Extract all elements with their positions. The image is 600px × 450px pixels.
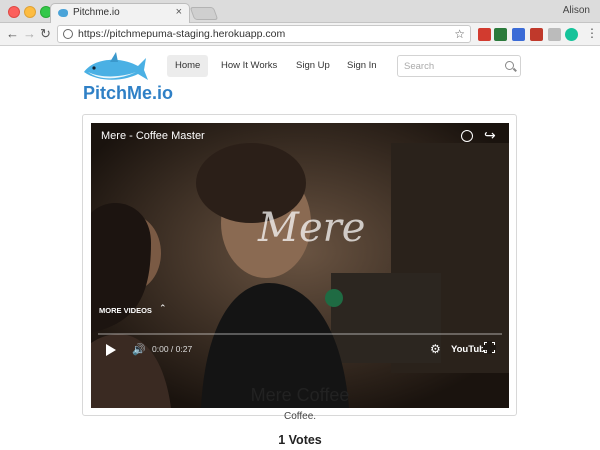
gear-icon[interactable]: ⚙	[430, 342, 441, 356]
video-time: 0:00 / 0:27	[152, 344, 193, 354]
search-input[interactable]	[404, 59, 499, 73]
grammarly-icon[interactable]	[565, 28, 578, 41]
share-icon[interactable]: ↪	[484, 127, 496, 144]
profile-user-name[interactable]: Alison	[563, 5, 590, 16]
vote-count: 1 Votes	[278, 433, 322, 447]
address-bar[interactable]: https://pitchmepuma-staging.herokuapp.co…	[57, 25, 471, 43]
mere-watermark: Mere	[258, 205, 366, 251]
video-title[interactable]: Mere - Coffee Master	[101, 130, 205, 142]
browser-titlebar: Pitchme.io × Alison	[0, 0, 600, 24]
project-description: Coffee.	[283, 411, 317, 422]
shark-favicon-icon	[58, 9, 68, 17]
onetab-icon[interactable]	[478, 28, 491, 41]
more-videos-button[interactable]: MORE VIDEOS	[99, 306, 152, 315]
close-window-button[interactable]	[8, 6, 20, 18]
chevron-up-icon[interactable]: ⌃	[159, 303, 167, 314]
nav-home[interactable]: Home	[167, 55, 209, 77]
screencast-icon[interactable]	[512, 28, 525, 41]
watch-later-icon[interactable]	[461, 130, 473, 142]
back-icon[interactable]: ←	[6, 26, 19, 42]
puzzle-icon[interactable]	[548, 28, 561, 41]
volume-icon[interactable]: 🔊	[132, 343, 146, 356]
bookmark-star-icon[interactable]: ☆	[454, 27, 465, 41]
video-frame-image	[91, 123, 509, 408]
brand-logo-text[interactable]: PitchMe.io	[83, 83, 173, 104]
page: PitchMe.io Home How It Works Sign Up Sig…	[0, 47, 600, 450]
url-text[interactable]: https://pitchmepuma-staging.herokuapp.co…	[78, 28, 285, 40]
video-card: Mere - Coffee Master ↪ Mere MORE VIDEOS …	[82, 114, 517, 416]
search-icon[interactable]	[505, 61, 514, 70]
evernote-icon[interactable]	[494, 28, 507, 41]
reload-icon[interactable]: ↻	[40, 26, 51, 42]
nav-how-it-works[interactable]: How It Works	[213, 55, 285, 77]
search-box	[397, 55, 521, 77]
info-icon[interactable]	[63, 29, 73, 39]
nav-sign-in[interactable]: Sign In	[339, 55, 385, 77]
browser-menu-icon[interactable]: ⋮	[586, 26, 598, 40]
fullscreen-icon[interactable]	[483, 341, 496, 354]
pdf-icon[interactable]	[530, 28, 543, 41]
tab-close-icon[interactable]: ×	[176, 6, 182, 18]
tab-title: Pitchme.io	[73, 7, 120, 18]
nav-sign-up[interactable]: Sign Up	[288, 55, 338, 77]
project-title: Mere Coffee	[250, 385, 350, 405]
play-icon[interactable]	[106, 344, 116, 356]
minimize-window-button[interactable]	[24, 6, 36, 18]
progress-bar[interactable]	[98, 333, 502, 335]
browser-toolbar: ← → ↻ https://pitchmepuma-staging.heroku…	[0, 23, 600, 46]
new-tab-button[interactable]	[189, 7, 219, 20]
youtube-player[interactable]: Mere - Coffee Master ↪ Mere MORE VIDEOS …	[91, 123, 509, 408]
forward-icon[interactable]: →	[23, 26, 36, 42]
browser-tab[interactable]: Pitchme.io ×	[50, 3, 190, 24]
